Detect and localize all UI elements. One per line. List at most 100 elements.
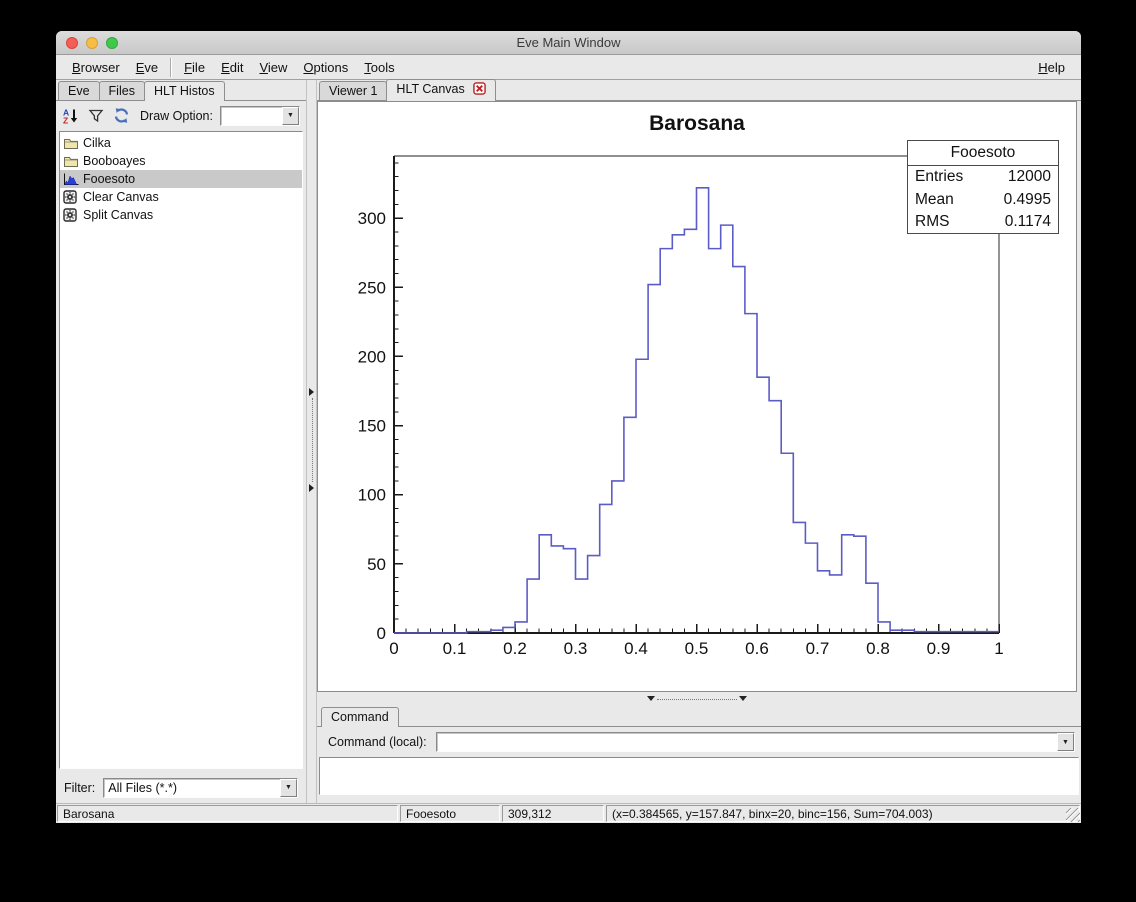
svg-text:0.5: 0.5 (685, 639, 709, 658)
refresh-button[interactable] (112, 107, 130, 125)
sidebar-tab-row: Eve Files HLT Histos (56, 80, 306, 101)
svg-text:1: 1 (994, 639, 1003, 658)
tree-item-clear-canvas[interactable]: Clear Canvas (60, 188, 302, 206)
root-canvas[interactable]: 00.10.20.30.40.50.60.70.80.91 0501001502… (317, 101, 1077, 692)
command-local-label: Command (local): (328, 735, 427, 749)
tree-item-label: Booboayes (83, 154, 146, 168)
svg-text:0.1: 0.1 (443, 639, 467, 658)
svg-text:100: 100 (358, 486, 386, 505)
stats-row-mean: Mean 0.4995 (908, 189, 1058, 212)
svg-text:0: 0 (377, 624, 386, 643)
zoom-window-button[interactable] (106, 37, 118, 49)
svg-text:0: 0 (389, 639, 398, 658)
stats-label: RMS (915, 211, 949, 234)
status-object-title: Barosana (57, 805, 398, 822)
stats-label: Mean (915, 189, 954, 212)
vertical-splitter[interactable] (306, 80, 317, 803)
chevron-down-icon[interactable]: ▼ (1057, 733, 1074, 751)
chart-title: Barosana (318, 112, 1076, 136)
tree-item-fooesoto[interactable]: Fooesoto (60, 170, 302, 188)
vertical-splitter-handle[interactable] (308, 388, 316, 492)
menubar-divider (170, 58, 172, 77)
svg-text:50: 50 (367, 555, 386, 574)
tab-viewer-1[interactable]: Viewer 1 (319, 81, 387, 100)
menubar: Browser Eve File Edit View Options Tools… (56, 55, 1081, 80)
close-window-button[interactable] (66, 37, 78, 49)
tab-hlt-canvas-label: HLT Canvas (396, 82, 464, 96)
draw-option-label: Draw Option: (140, 109, 213, 123)
filter-combobox[interactable]: All Files (*.*) ▼ (103, 778, 298, 798)
tab-files[interactable]: Files (99, 81, 145, 100)
filter-icon (88, 108, 104, 124)
menu-edit[interactable]: Edit (213, 57, 251, 78)
stats-row-rms: RMS 0.1174 (908, 211, 1058, 234)
svg-text:0.2: 0.2 (503, 639, 527, 658)
stats-row-entries: Entries 12000 (908, 166, 1058, 189)
status-bin-info: (x=0.384565, y=157.847, binx=20, binc=15… (606, 805, 1080, 822)
command-output-box[interactable] (319, 757, 1079, 795)
draw-option-combobox[interactable]: ▼ (220, 106, 300, 126)
traffic-lights (66, 37, 118, 49)
sidebar-toolbar: A Z (56, 101, 306, 130)
horizontal-splitter[interactable] (317, 692, 1081, 705)
folder-icon (63, 154, 79, 168)
tab-eve[interactable]: Eve (58, 81, 100, 100)
tree-item-label: Cilka (83, 136, 111, 150)
y-axis (394, 163, 403, 633)
command-input-row: Command (local): ▼ (317, 727, 1081, 757)
svg-text:0.6: 0.6 (745, 639, 769, 658)
sidebar: Eve Files HLT Histos A Z (56, 80, 306, 803)
menu-eve[interactable]: Eve (128, 57, 166, 78)
stats-box-title: Fooesoto (908, 141, 1058, 166)
tab-hlt-canvas[interactable]: HLT Canvas (386, 79, 496, 101)
filter-label: Filter: (64, 781, 95, 795)
menu-tools[interactable]: Tools (356, 57, 402, 78)
menu-view[interactable]: View (251, 57, 295, 78)
menu-help[interactable]: Help (1030, 57, 1073, 78)
svg-text:0.9: 0.9 (927, 639, 951, 658)
splitter-dotted-line (312, 398, 313, 482)
tree-item-cilka[interactable]: Cilka (60, 134, 302, 152)
resize-grip[interactable] (1066, 808, 1080, 822)
horizontal-splitter-handle[interactable] (647, 696, 747, 702)
histogram-icon (63, 172, 79, 186)
svg-text:300: 300 (358, 209, 386, 228)
tree-item-booboayes[interactable]: Booboayes (60, 152, 302, 170)
stats-value: 0.4995 (1004, 189, 1051, 212)
menu-options[interactable]: Options (295, 57, 356, 78)
filter-row: Filter: All Files (*.*) ▼ (56, 772, 306, 803)
collapse-down-icon (739, 696, 747, 701)
chevron-down-icon[interactable]: ▼ (282, 107, 299, 125)
svg-text:200: 200 (358, 347, 386, 366)
tree-item-split-canvas[interactable]: Split Canvas (60, 206, 302, 224)
histogram-tree[interactable]: Cilka Booboayes Fooesoto (59, 131, 303, 769)
command-tab-row: Command (317, 705, 1081, 727)
menu-browser[interactable]: Browser (64, 57, 128, 78)
svg-text:0.7: 0.7 (806, 639, 830, 658)
menu-file[interactable]: File (176, 57, 213, 78)
filter-button[interactable] (87, 107, 105, 125)
command-input-combobox[interactable]: ▼ (436, 732, 1075, 752)
stats-box[interactable]: Fooesoto Entries 12000 Mean 0.4995 RMS 0… (907, 140, 1059, 234)
minimize-window-button[interactable] (86, 37, 98, 49)
filter-value: All Files (*.*) (104, 781, 280, 795)
titlebar[interactable]: Eve Main Window (56, 31, 1081, 55)
svg-text:0.4: 0.4 (624, 639, 648, 658)
x-axis-labels: 00.10.20.30.40.50.60.70.80.91 (389, 639, 1003, 658)
eve-main-window: Eve Main Window Browser Eve File Edit Vi… (56, 31, 1081, 823)
viewer-area: Viewer 1 HLT Canvas 0 0.1 0.2 (317, 80, 1081, 803)
chevron-down-icon[interactable]: ▼ (280, 779, 297, 797)
tab-hlt-histos[interactable]: HLT Histos (144, 81, 225, 101)
tree-item-label: Fooesoto (83, 172, 135, 186)
viewer-tab-row: Viewer 1 HLT Canvas (317, 80, 1081, 101)
command-panel: Command Command (local): ▼ (317, 705, 1081, 803)
canvas-gear-icon (63, 190, 79, 204)
close-tab-button[interactable] (473, 82, 486, 98)
svg-text:0.3: 0.3 (564, 639, 588, 658)
sort-az-button[interactable]: A Z (62, 107, 80, 125)
tab-command[interactable]: Command (321, 707, 399, 727)
tree-item-label: Split Canvas (83, 208, 153, 222)
splitter-dotted-line (657, 699, 737, 700)
stats-value: 12000 (1008, 166, 1051, 189)
refresh-icon (113, 107, 130, 124)
